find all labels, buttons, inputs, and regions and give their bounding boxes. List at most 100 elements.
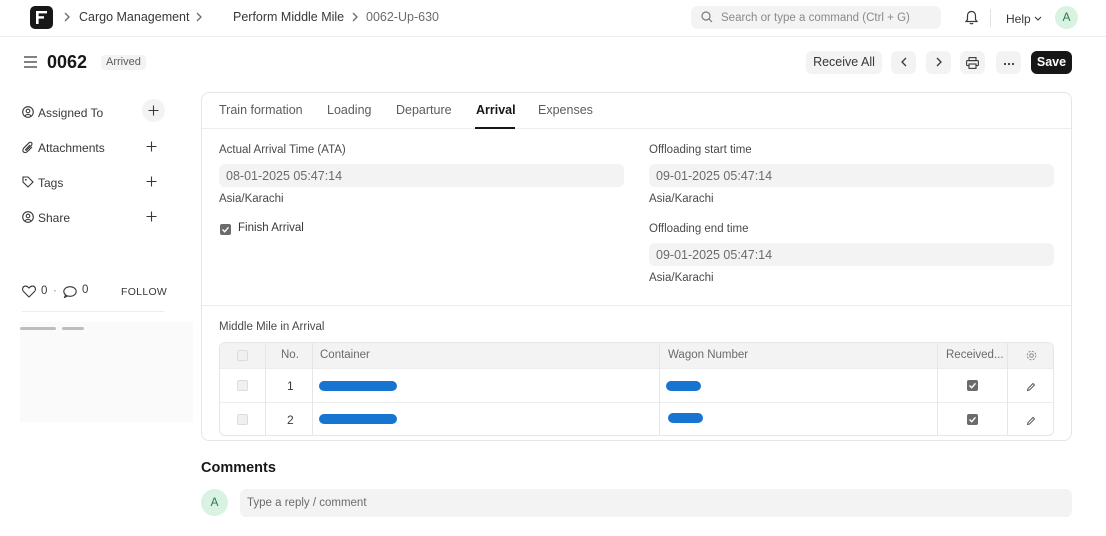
chevron-right-icon	[936, 57, 942, 67]
column-divider	[1007, 343, 1008, 435]
help-menu[interactable]: Help	[1006, 10, 1042, 26]
breadcrumb-separator-icon	[196, 11, 202, 25]
checkmark-icon	[969, 382, 977, 389]
tab-loading[interactable]: Loading	[327, 103, 372, 117]
tab-train-formation[interactable]: Train formation	[219, 103, 303, 117]
user-avatar[interactable]: A	[1055, 6, 1078, 29]
chevron-left-icon	[900, 57, 906, 67]
breadcrumb-perform-middle-mile[interactable]: Perform Middle Mile	[233, 10, 344, 24]
redacted-area	[20, 322, 193, 422]
ata-timezone: Asia/Karachi	[219, 193, 284, 205]
tab-arrival[interactable]: Arrival	[476, 103, 516, 117]
sidebar-toggle-icon[interactable]	[24, 56, 37, 71]
sidebar-item-label: Tags	[38, 176, 64, 190]
redacted-container-value[interactable]	[319, 414, 397, 424]
redacted-wagon-value[interactable]	[668, 413, 703, 423]
column-divider	[659, 343, 660, 435]
previous-doc-button[interactable]	[891, 51, 916, 74]
heart-icon[interactable]	[22, 285, 36, 301]
more-actions-button[interactable]	[996, 51, 1021, 74]
row-number: 1	[287, 379, 294, 393]
tab-departure[interactable]: Departure	[396, 103, 452, 117]
ata-input[interactable]	[219, 164, 624, 187]
sidebar-item-assigned-to[interactable]: Assigned To	[22, 99, 165, 122]
offload-start-input[interactable]	[649, 164, 1054, 187]
sidebar-item-tags[interactable]: Tags	[22, 174, 164, 192]
search-bar[interactable]	[691, 6, 941, 29]
receive-all-button[interactable]: Receive All	[806, 51, 882, 74]
chevron-down-icon	[1034, 10, 1042, 24]
comment-input[interactable]	[240, 489, 1072, 517]
print-button[interactable]	[960, 51, 985, 74]
received-checkbox[interactable]	[967, 414, 978, 425]
finish-arrival-checkbox[interactable]	[220, 224, 231, 235]
user-plus-icon	[22, 106, 34, 121]
checkmark-icon	[222, 226, 230, 233]
search-input[interactable]	[721, 9, 933, 26]
breadcrumb-current-doc[interactable]: 0062-Up-630	[366, 10, 439, 24]
tab-expenses[interactable]: Expenses	[538, 103, 593, 117]
help-label: Help	[1006, 12, 1031, 26]
column-header-received: Received...	[946, 349, 1004, 361]
add-attachment-button[interactable]	[146, 141, 157, 155]
sidebar-item-label: Assigned To	[38, 106, 104, 120]
like-comment-bar: 0 · 0 FOLLOW	[22, 284, 167, 301]
offload-end-timezone: Asia/Karachi	[649, 272, 714, 284]
comment-avatar: A	[201, 489, 228, 516]
add-tag-button[interactable]	[146, 176, 157, 190]
save-button[interactable]: Save	[1031, 51, 1072, 74]
sidebar-item-attachments[interactable]: Attachments	[22, 139, 164, 157]
breadcrumb-cargo-management[interactable]: Cargo Management	[79, 10, 189, 24]
column-settings-icon[interactable]	[1026, 350, 1037, 364]
sidebar-item-label: Share	[38, 211, 71, 225]
sidebar-item-label: Attachments	[38, 141, 105, 155]
received-checkbox[interactable]	[967, 380, 978, 391]
row-number: 2	[287, 413, 294, 427]
status-badge: Arrived	[101, 55, 146, 70]
follow-button[interactable]: FOLLOW	[121, 286, 167, 298]
row-select-checkbox[interactable]	[237, 414, 248, 425]
tag-icon	[22, 176, 34, 191]
checkmark-icon	[969, 416, 977, 423]
column-header-no: No.	[281, 349, 299, 361]
next-doc-button[interactable]	[926, 51, 951, 74]
notification-bell-icon[interactable]	[964, 10, 979, 28]
table-row[interactable]: 2	[220, 402, 1053, 435]
column-divider	[265, 343, 266, 435]
ata-label: Actual Arrival Time (ATA)	[219, 144, 346, 156]
redacted-wagon-value[interactable]	[666, 381, 701, 391]
top-navbar: Cargo Management Perform Middle Mile 006…	[0, 0, 1106, 37]
redacted-text	[20, 327, 56, 330]
offload-end-input[interactable]	[649, 243, 1054, 266]
active-tab-indicator	[475, 127, 515, 129]
table-title: Middle Mile in Arrival	[219, 321, 325, 333]
like-count: 0	[41, 285, 48, 297]
select-all-checkbox[interactable]	[237, 350, 248, 361]
table-row[interactable]: 1	[220, 368, 1053, 402]
plus-icon	[146, 211, 157, 222]
offload-start-label: Offloading start time	[649, 144, 752, 156]
redacted-container-value[interactable]	[319, 381, 397, 391]
form-card: Train formation Loading Departure Arriva…	[201, 92, 1072, 441]
navbar-divider	[990, 9, 991, 27]
comment-bubble-icon[interactable]	[63, 286, 77, 301]
column-header-wagon-number: Wagon Number	[668, 349, 749, 361]
offload-end-label: Offloading end time	[649, 223, 749, 235]
app-logo[interactable]	[30, 6, 53, 29]
edit-row-icon[interactable]	[1026, 415, 1036, 429]
plus-icon	[146, 176, 157, 187]
comment-count: 0	[82, 284, 89, 296]
row-select-checkbox[interactable]	[237, 380, 248, 391]
breadcrumb-separator-icon	[352, 11, 358, 25]
sidebar-item-share[interactable]: Share	[22, 209, 164, 227]
table-header-row: No. Container Wagon Number Received...	[220, 343, 1053, 368]
middle-mile-table: No. Container Wagon Number Received... 1…	[219, 342, 1054, 436]
share-user-icon	[22, 211, 34, 226]
offload-start-timezone: Asia/Karachi	[649, 193, 714, 205]
tab-bar: Train formation Loading Departure Arriva…	[202, 93, 1071, 129]
edit-row-icon[interactable]	[1026, 381, 1036, 395]
add-share-button[interactable]	[146, 211, 157, 225]
paperclip-icon	[22, 141, 34, 157]
column-divider	[312, 343, 313, 435]
add-assignee-button[interactable]	[142, 99, 165, 122]
